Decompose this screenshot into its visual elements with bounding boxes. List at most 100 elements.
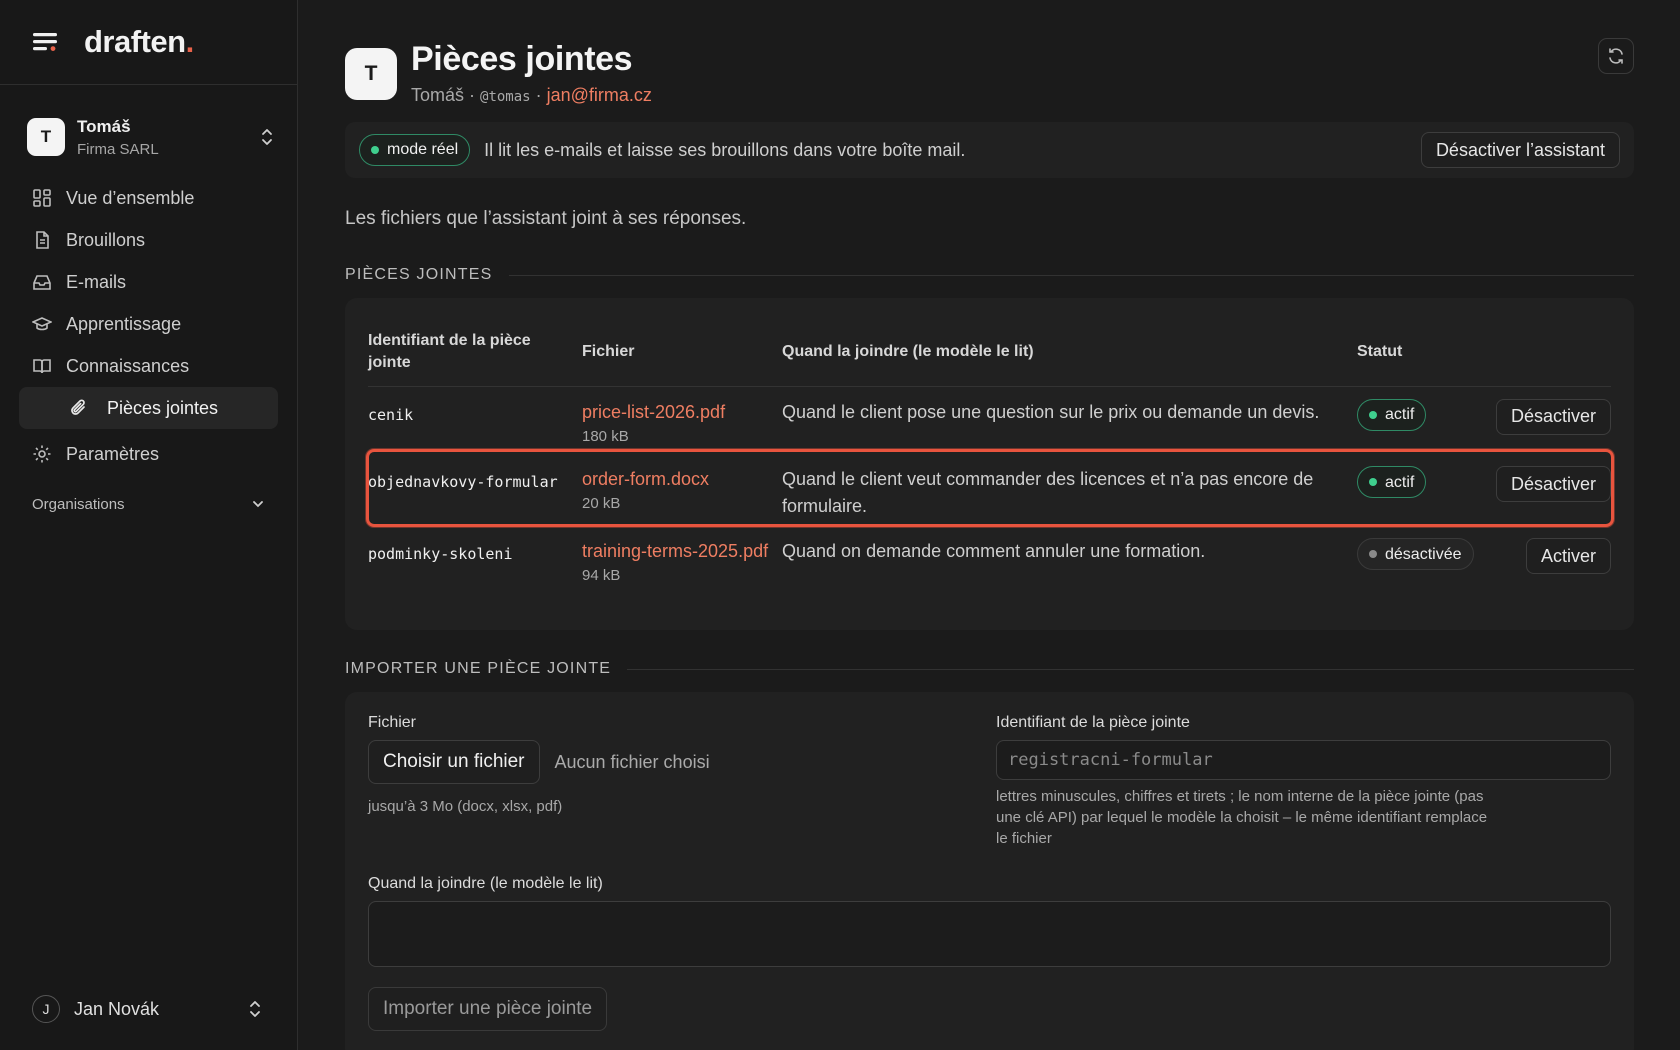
nav-label: E-mails: [66, 271, 127, 292]
attachment-when: Quand le client pose une question sur le…: [782, 401, 1320, 422]
file-hint: jusqu’à 3 Mo (docx, xlsx, pdf): [368, 798, 563, 815]
profile-name: Tomáš: [411, 85, 465, 105]
chevron-updown-icon: [245, 998, 265, 1020]
refresh-button[interactable]: [1598, 38, 1634, 74]
disable-assistant-button[interactable]: Désactiver l’assistant: [1420, 132, 1620, 168]
status-label: actif: [1385, 406, 1415, 423]
status-dot-icon: [1369, 550, 1377, 558]
attachment-status-cell: actif: [1357, 386, 1477, 454]
attachment-status-cell: actif: [1357, 454, 1477, 526]
sidebar-nav: Vue d’ensemble Brouillons E-mails Appren…: [0, 177, 297, 519]
section-title-label: PIÈCES JOINTES: [345, 266, 493, 283]
nav-item-overview[interactable]: Vue d’ensemble: [19, 177, 278, 219]
main-content: T Pièces jointes Tomáš · @tomas · jan@fi…: [345, 0, 1634, 1050]
id-label: Identifiant de la pièce jointe: [996, 714, 1190, 731]
status-badge: actif: [1357, 466, 1427, 498]
inbox-icon: [33, 275, 51, 290]
attachment-file-link[interactable]: training-terms-2025.pdf: [582, 538, 782, 565]
user-menu[interactable]: J Jan Novák: [32, 992, 265, 1026]
when-label: Quand la joindre (le modèle le lit): [368, 875, 603, 892]
profile-avatar: T: [345, 48, 397, 100]
menu-icon[interactable]: [32, 30, 60, 54]
status-badge: désactivée: [1357, 538, 1474, 570]
nav-item-knowledge[interactable]: Connaissances: [19, 345, 278, 387]
separator: ·: [464, 85, 481, 105]
mode-badge: mode réel: [359, 134, 471, 166]
deactivate-button[interactable]: Désactiver: [1495, 398, 1611, 435]
page-intro: Les fichiers que l’assistant joint à ses…: [345, 208, 747, 229]
gear-icon: [33, 445, 51, 463]
attachment-id: objednavkovy-formular: [368, 473, 558, 491]
table-row: cenik price-list-2026.pdf 180 kB Quand l…: [368, 386, 1611, 454]
nav-label: Paramètres: [66, 443, 160, 464]
attachment-file-cell: training-terms-2025.pdf 94 kB: [582, 526, 782, 630]
table-row: objednavkovy-formular order-form.docx 20…: [368, 454, 1611, 526]
nav-section-organisations[interactable]: Organisations: [32, 489, 265, 519]
status-dot-icon: [1369, 410, 1377, 419]
table-row: podminky-skoleni training-terms-2025.pdf…: [368, 526, 1611, 630]
graduation-cap-icon: [32, 317, 52, 331]
attachment-file-cell: order-form.docx 20 kB: [582, 454, 782, 526]
attachment-size: 94 kB: [582, 567, 621, 584]
nav-label: Vue d’ensemble: [66, 187, 195, 208]
chevron-updown-icon: [257, 126, 277, 148]
refresh-icon: [1609, 48, 1623, 64]
import-attachment-button[interactable]: Importer une pièce jointe: [368, 987, 608, 1031]
nav-label: Connaissances: [66, 355, 190, 376]
attachment-file-link[interactable]: order-form.docx: [582, 466, 782, 493]
attachment-action-cell: Activer: [1477, 526, 1611, 630]
nav-label: Apprentissage: [66, 313, 182, 334]
nav-item-settings[interactable]: Paramètres: [19, 433, 278, 475]
nav-section-label: Organisations: [32, 495, 125, 513]
chevron-down-icon: [253, 501, 263, 508]
attachment-id-input[interactable]: registracni-formular: [996, 740, 1611, 780]
attachment-when: Quand on demande comment annuler une for…: [782, 541, 1206, 561]
status-label: désactivée: [1385, 545, 1462, 563]
workspace-avatar: T: [27, 118, 65, 156]
profile-email[interactable]: jan@firma.cz: [547, 85, 652, 105]
column-header-file: Fichier: [582, 298, 782, 387]
deactivate-button[interactable]: Désactiver: [1495, 466, 1611, 502]
profile-meta: Tomáš · @tomas · jan@firma.cz: [411, 85, 652, 106]
status-label: actif: [1385, 473, 1415, 491]
attachment-when: Quand le client veut commander des licen…: [782, 469, 1314, 516]
document-icon: [36, 231, 49, 249]
mode-badge-label: mode réel: [387, 141, 459, 158]
brand-logo[interactable]: draften.: [84, 24, 194, 60]
no-file-text: Aucun fichier choisi: [554, 751, 710, 772]
book-icon: [33, 359, 51, 374]
attachments-table: Identifiant de la pièce jointe Fichier Q…: [368, 298, 1611, 630]
paperclip-icon: [71, 399, 85, 415]
nav-item-learning[interactable]: Apprentissage: [19, 303, 278, 345]
separator: ·: [530, 85, 547, 105]
upload-section-title: IMPORTER UNE PIÈCE JOINTE: [345, 660, 1634, 678]
attachment-id: cenik: [368, 405, 414, 424]
table-header-row: Identifiant de la pièce jointe Fichier Q…: [368, 298, 1611, 387]
column-header-when: Quand la joindre (le modèle le lit): [782, 298, 1357, 387]
section-title-label: IMPORTER UNE PIÈCE JOINTE: [345, 660, 612, 677]
workspace-org: Firma SARL: [77, 140, 159, 158]
column-header-status: Statut: [1357, 298, 1477, 387]
when-textarea[interactable]: [368, 901, 1611, 967]
attachment-id: podminky-skoleni: [368, 545, 513, 563]
choose-file-button[interactable]: Choisir un fichier: [368, 740, 540, 784]
attachment-action-cell: Désactiver: [1477, 386, 1611, 454]
id-hint: lettres minuscules, chiffres et tirets ;…: [996, 788, 1488, 847]
brand-bar: draften.: [0, 0, 297, 85]
mode-bar: mode réel Il lit les e-mails et laisse s…: [345, 122, 1634, 178]
attachment-size: 20 kB: [582, 495, 621, 512]
profile-handle: @tomas: [480, 89, 531, 105]
file-label: Fichier: [368, 714, 417, 731]
workspace-switcher[interactable]: T Tomáš Firma SARL: [27, 115, 277, 159]
mode-description: Il lit les e-mails et laisse ses brouill…: [484, 139, 966, 160]
attachment-file-link[interactable]: price-list-2026.pdf: [582, 399, 782, 426]
dashboard-icon: [33, 189, 51, 207]
nav-item-emails[interactable]: E-mails: [19, 261, 278, 303]
status-dot-icon: [371, 146, 379, 154]
activate-button[interactable]: Activer: [1525, 538, 1611, 574]
nav-item-drafts[interactable]: Brouillons: [19, 219, 278, 261]
nav-item-attachments[interactable]: Pièces jointes: [19, 387, 278, 429]
user-name: Jan Novák: [74, 998, 160, 1019]
workspace-name: Tomáš: [77, 116, 131, 136]
page-header: T Pièces jointes Tomáš · @tomas · jan@fi…: [345, 40, 1634, 108]
